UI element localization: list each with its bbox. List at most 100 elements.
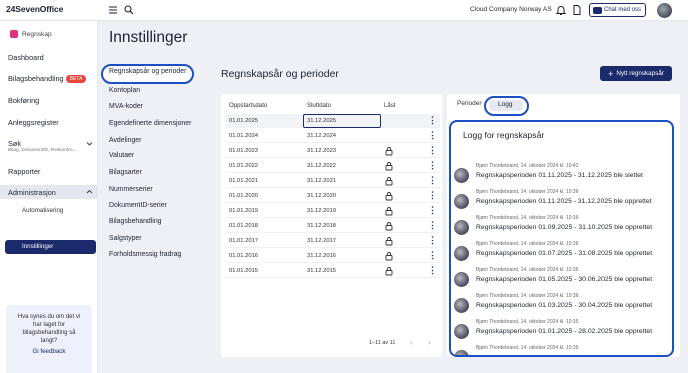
table-row[interactable]: 01.01.2019 31.12.2019 ⋮: [225, 204, 440, 218]
end-date: 31.12.2019: [307, 208, 337, 214]
log-entry-meta: Bjørn Thordebrand, 14. oktober 2024 kl. …: [476, 163, 579, 169]
table-row[interactable]: 01.01.2015 31.12.2015 ⋮: [225, 264, 440, 278]
sidebar-item-sok[interactable]: Søk: [8, 139, 21, 148]
chat-icon: [593, 6, 602, 14]
log-title: Logg for regnskapsår: [463, 130, 545, 140]
avatar: [454, 324, 469, 339]
more-options-icon[interactable]: ⋮: [428, 145, 437, 155]
sidebar-item-dashboard[interactable]: Dashboard: [8, 53, 44, 62]
more-options-icon[interactable]: ⋮: [428, 130, 437, 140]
chevron-down-icon[interactable]: [86, 140, 93, 147]
start-date: 01.01.2020: [229, 193, 259, 199]
settings-item-bilagsarter[interactable]: Bilagsarter: [109, 169, 142, 176]
avatar: [454, 350, 469, 355]
company-selector[interactable]: Cloud Company Norway AS: [470, 6, 552, 13]
more-options-icon[interactable]: ⋮: [428, 235, 437, 245]
user-avatar[interactable]: [657, 3, 672, 18]
more-options-icon[interactable]: ⋮: [428, 160, 437, 170]
log-entry-meta: Bjørn Thordebrand, 14. oktober 2024 kl. …: [476, 319, 579, 325]
next-page-icon[interactable]: ›: [428, 338, 431, 347]
menu-icon[interactable]: [107, 4, 119, 16]
module-label: Regnskap: [22, 30, 52, 38]
bell-icon[interactable]: [555, 4, 567, 16]
more-options-icon[interactable]: ⋮: [428, 175, 437, 185]
settings-item-kontoplan[interactable]: Kontoplan: [109, 87, 140, 94]
new-fiscal-year-button[interactable]: + Nytt regnskapsår: [600, 66, 672, 81]
top-bar: 24SevenOffice Cloud Company Norway AS Ch…: [0, 0, 688, 21]
chat-button[interactable]: Chat med oss: [589, 3, 646, 17]
table-row[interactable]: 01.01.2024 31.12.2024 ⋮: [225, 129, 440, 143]
log-entry: Bjørn Thordebrand, 14. oktober 2024 kl. …: [451, 267, 672, 293]
more-options-icon[interactable]: ⋮: [428, 115, 437, 125]
settings-item-dimensjoner[interactable]: Egendefinerte dimensjoner: [109, 120, 191, 127]
settings-item-valutaer[interactable]: Valutaer: [109, 152, 134, 159]
start-date: 01.01.2016: [229, 253, 259, 259]
sok-subtitle: Bilag, DokumentID, Reskontro,...: [8, 148, 78, 153]
column-header-end: Sluttdato: [307, 102, 332, 109]
fiscal-year-table: Oppstartsdato Sluttdato Låst 01.01.2025 3…: [221, 94, 442, 357]
settings-item-regnskapsar[interactable]: Regnskapsår og perioder: [109, 68, 186, 75]
more-options-icon[interactable]: ⋮: [428, 220, 437, 230]
table-row[interactable]: 01.01.2016 31.12.2016 ⋮: [225, 249, 440, 263]
column-header-start: Oppstartsdato: [229, 102, 268, 109]
lock-icon: [384, 161, 394, 171]
app-logo[interactable]: 24SevenOffice: [6, 4, 63, 14]
beta-badge: BETA: [65, 75, 87, 83]
sidebar-item-bokforing[interactable]: Bokføring: [8, 96, 39, 105]
more-options-icon[interactable]: ⋮: [428, 250, 437, 260]
search-icon[interactable]: [123, 4, 135, 16]
table-row[interactable]: 01.01.2017 31.12.2017 ⋮: [225, 234, 440, 248]
table-row[interactable]: 01.01.2023 31.12.2023 ⋮: [225, 144, 440, 158]
end-date: 31.12.2022: [307, 163, 337, 169]
avatar: [454, 272, 469, 287]
sidebar: Regnskap Dashboard Bilagsbehandling BETA …: [0, 21, 98, 373]
table-row[interactable]: 01.01.2020 31.12.2020 ⋮: [225, 189, 440, 203]
log-entry-text: Regnskapsperioden 01.11.2025 - 31.12.202…: [476, 198, 652, 205]
log-entry-meta: Bjørn Thordebrand, 14. oktober 2024 kl. …: [476, 267, 579, 273]
end-date: 31.12.2021: [307, 178, 337, 184]
lock-icon: [384, 251, 394, 261]
lock-icon: [384, 176, 394, 186]
settings-item-nummerserier[interactable]: Nummerserier: [109, 186, 153, 193]
table-row[interactable]: 01.01.2018 31.12.2018 ⋮: [225, 219, 440, 233]
more-options-icon[interactable]: ⋮: [428, 265, 437, 275]
sidebar-subitem-innstillinger[interactable]: Innstillinger: [5, 240, 96, 254]
settings-item-fradrag[interactable]: Forholdsmessig fradrag: [109, 251, 181, 258]
settings-item-salgstyper[interactable]: Salgstyper: [109, 235, 142, 242]
end-date: 31.12.2015: [307, 268, 337, 274]
end-date: 31.12.2016: [307, 253, 337, 259]
feedback-link[interactable]: Gi feedback: [6, 348, 92, 355]
chevron-up-icon: [86, 188, 93, 195]
feedback-question: Hva synes du om det vi har laget for bil…: [17, 314, 81, 344]
module-title: Regnskap: [10, 30, 52, 38]
sidebar-item-rapporter[interactable]: Rapporter: [8, 167, 40, 176]
tab-logg-highlight: [484, 96, 529, 116]
end-date: 31.12.2018: [307, 223, 337, 229]
sidebar-item-administrasjon[interactable]: Administrasjon: [0, 185, 98, 199]
sidebar-subitem-automatisering[interactable]: Automatisering: [22, 207, 63, 214]
sidebar-item-label: Bilagsbehandling: [8, 74, 64, 83]
more-options-icon[interactable]: ⋮: [428, 205, 437, 215]
panel-title: Regnskapsår og perioder: [221, 68, 339, 80]
start-date: 01.01.2021: [229, 178, 259, 184]
end-date: 31.12.2020: [307, 193, 337, 199]
more-options-icon[interactable]: ⋮: [428, 190, 437, 200]
log-panel: Logg for regnskapsår Bjørn Thordebrand, …: [449, 120, 674, 357]
start-date: 01.01.2019: [229, 208, 259, 214]
table-row[interactable]: 01.01.2022 31.12.2022 ⋮: [225, 159, 440, 173]
settings-item-mva-koder[interactable]: MVA-koder: [109, 103, 143, 110]
settings-item-avdelinger[interactable]: Avdelinger: [109, 137, 141, 144]
column-header-locked: Låst: [384, 102, 396, 109]
document-icon[interactable]: [571, 4, 583, 16]
log-entry-text: Regnskapsperioden 01.05.2025 - 30.06.202…: [476, 276, 653, 283]
table-row[interactable]: 01.01.2021 31.12.2021 ⋮: [225, 174, 440, 188]
settings-item-bilagsbehandling[interactable]: Bilagsbehandling: [109, 218, 162, 225]
sidebar-item-bilagsbehandling[interactable]: Bilagsbehandling BETA: [8, 74, 87, 83]
table-row[interactable]: 01.01.2025 31.12.2025 ⋮: [225, 114, 440, 128]
sidebar-item-anleggsregister[interactable]: Anleggsregister: [8, 118, 59, 127]
prev-page-icon[interactable]: ‹: [410, 338, 413, 347]
tab-perioder[interactable]: Perioder: [457, 100, 482, 107]
lock-icon: [384, 146, 394, 156]
pagination-label: 1–11 av 11: [369, 340, 396, 346]
settings-item-dokumentid[interactable]: DokumentID-serier: [109, 202, 167, 209]
